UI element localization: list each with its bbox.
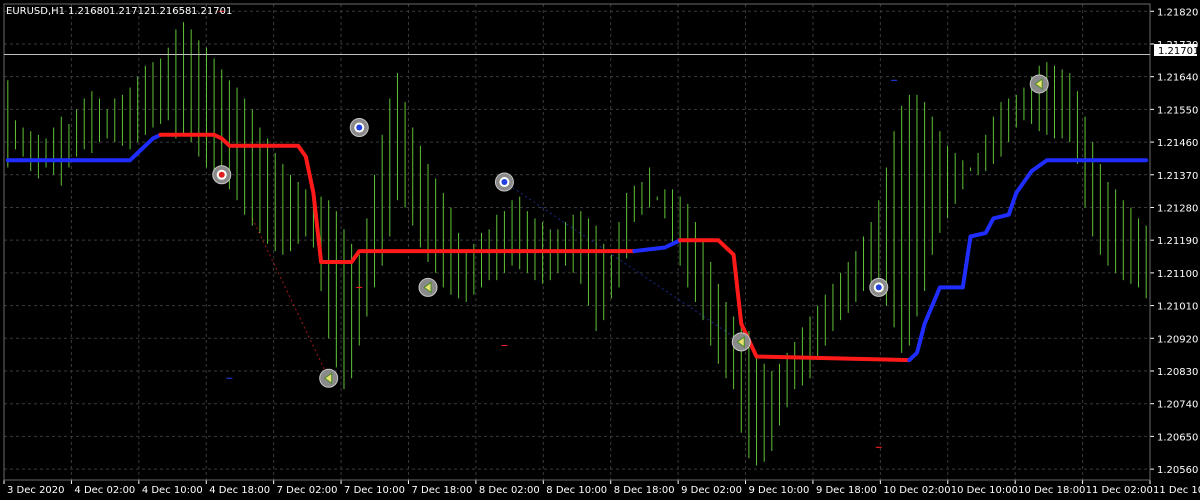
x-tick-label: 3 Dec 2020 (7, 485, 65, 496)
ohlc-high-label: 1.21712 (109, 6, 150, 17)
x-tick-label: 10 Dec 02:00 (883, 485, 950, 496)
x-tick-label: 7 Dec 10:00 (344, 485, 405, 496)
x-tick-label: 11 Dec 02:00 (1086, 485, 1153, 496)
trend-line (5, 132, 1149, 363)
y-tick-label: 1.21460 (1157, 138, 1198, 149)
signal-connector (504, 181, 742, 343)
x-tick-label: 8 Dec 10:00 (546, 485, 607, 496)
x-tick-label: 11 Dec 10:00 (1153, 485, 1200, 496)
y-tick-label: 1.21100 (1157, 269, 1198, 280)
x-tick-label: 4 Dec 02:00 (74, 485, 135, 496)
signal-triangle-icon (418, 277, 438, 297)
x-tick-label: 9 Dec 10:00 (749, 485, 810, 496)
signal-blue-icon (349, 118, 369, 138)
current-price-label: 1.21701 (1158, 46, 1199, 57)
y-tick-label: 1.21640 (1157, 73, 1198, 84)
x-tick-label: 9 Dec 02:00 (681, 485, 742, 496)
price-bars (7, 22, 1147, 466)
ohlc-low-label: 1.21658 (150, 6, 191, 17)
y-tick-label: 1.21280 (1157, 203, 1198, 214)
signal-blue-icon (494, 172, 514, 192)
chart-symbol-label: EURUSD,H1 (6, 6, 65, 17)
x-tick-label: 4 Dec 10:00 (142, 485, 203, 496)
y-tick-label: 1.21370 (1157, 171, 1198, 182)
x-tick-label: 8 Dec 02:00 (479, 485, 540, 496)
signal-red-icon (212, 165, 232, 185)
y-tick-label: 1.20560 (1157, 465, 1198, 476)
y-tick-label: 1.20920 (1157, 334, 1198, 345)
signal-blue-icon (869, 277, 889, 297)
trend-segment-bull (632, 238, 683, 254)
signal-triangle-icon (731, 332, 751, 352)
x-tick-label: 4 Dec 18:00 (209, 485, 270, 496)
ohlc-close-label: 1.21701 (191, 6, 232, 17)
signal-triangle-icon (319, 368, 339, 388)
y-tick-label: 1.20830 (1157, 367, 1198, 378)
signal-triangle-icon (1029, 74, 1049, 94)
x-tick-label: 8 Dec 18:00 (614, 485, 675, 496)
y-tick-label: 1.21820 (1157, 7, 1198, 18)
y-tick-label: 1.20740 (1157, 400, 1198, 411)
y-tick-label: 1.21190 (1157, 236, 1198, 247)
trend-segment-bull (907, 158, 1149, 363)
x-tick-label: 9 Dec 18:00 (816, 485, 877, 496)
ohlc-open-label: 1.21680 (68, 6, 109, 17)
x-tick-label: 10 Dec 18:00 (1018, 485, 1085, 496)
price-chart[interactable]: 1.218201.217301.216401.215501.214601.213… (0, 0, 1200, 500)
y-tick-label: 1.21550 (1157, 105, 1198, 116)
signal-markers (212, 74, 1049, 388)
x-tick-label: 7 Dec 18:00 (411, 485, 472, 496)
y-tick-label: 1.21010 (1157, 302, 1198, 313)
x-tick-label: 10 Dec 10:00 (951, 485, 1018, 496)
x-tick-label: 7 Dec 02:00 (277, 485, 338, 496)
y-tick-label: 1.20650 (1157, 432, 1198, 443)
